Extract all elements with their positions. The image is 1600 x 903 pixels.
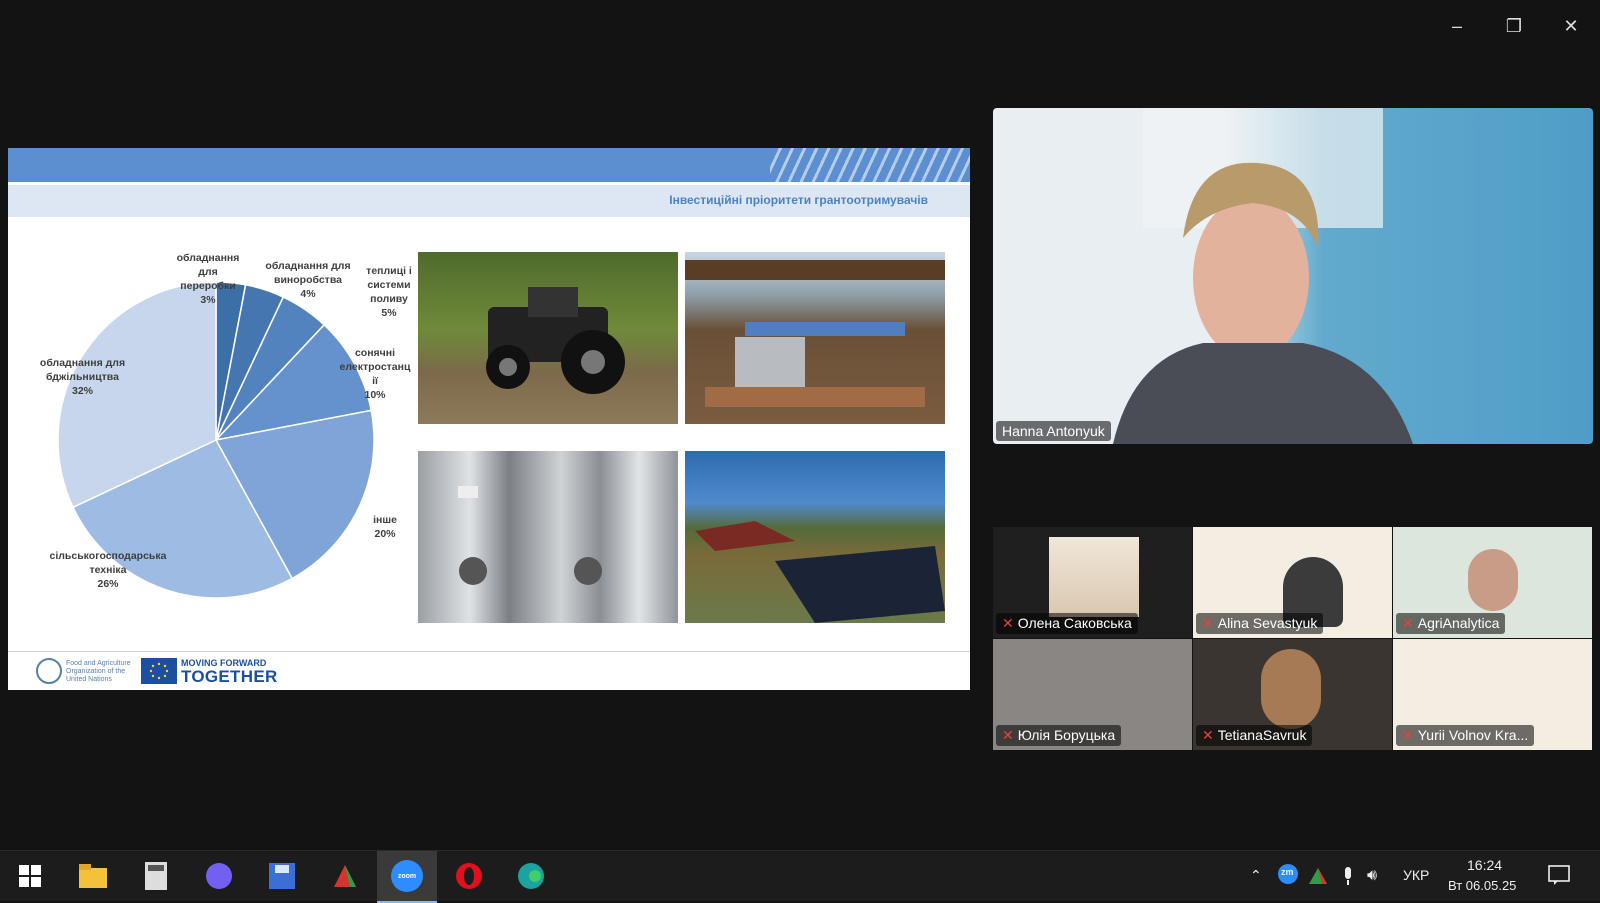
participant-tile[interactable]: ✕ TetianaSavruk	[1193, 639, 1392, 750]
participant-tile[interactable]: ✕ Yurii Volnov Kra...	[1393, 639, 1592, 750]
participant-tile[interactable]: ✕ Alina Sevastyuk	[1193, 527, 1392, 638]
beehive-shed-photo	[685, 252, 945, 424]
muted-mic-icon: ✕	[1002, 615, 1014, 631]
presentation-slide: Інвестиційні пріоритети грантоотримувачі…	[8, 148, 970, 690]
show-hidden-icons-chevron-icon[interactable]: ⌃	[1250, 867, 1262, 884]
clock-date[interactable]: Вт 06.05.25	[1448, 878, 1516, 893]
pie-label-processing: обладнання для переробки 3%	[176, 252, 240, 306]
participant-tile[interactable]: ✕ Юлія Боруцька	[993, 639, 1192, 750]
pie-label-winemaking: обладнання для виноробства 4%	[265, 260, 351, 300]
pie-label-other: інше 20%	[373, 514, 397, 540]
close-button[interactable]: ✕	[1559, 14, 1583, 38]
participant-name: ✕ Олена Саковська	[996, 613, 1138, 634]
slide-footer-divider	[8, 651, 970, 652]
pie-label-beekeeping: обладнання для бджільництва 32%	[39, 357, 126, 397]
zoom-icon-label: zoom	[397, 872, 417, 880]
slide-header-band	[8, 148, 970, 182]
active-speaker-name: Hanna Antonyuk	[996, 421, 1111, 441]
eu-flag-icon	[141, 658, 177, 684]
notifications-icon[interactable]	[1548, 864, 1570, 889]
windows-start-icon[interactable]	[15, 861, 45, 891]
muted-mic-icon: ✕	[1202, 727, 1214, 743]
slide-heading: Інвестиційні пріоритети грантоотримувачі…	[669, 193, 928, 207]
pie-label-machinery: сільськогосподарська техніка 26%	[49, 550, 167, 590]
pie-label-solar: сонячні електростанц ії 10%	[339, 347, 411, 401]
edge-icon[interactable]	[516, 861, 546, 891]
fao-logo	[36, 658, 62, 684]
slide-title-band: Інвестиційні пріоритети грантоотримувачі…	[8, 185, 970, 217]
participant-name: ✕ TetianaSavruk	[1196, 725, 1313, 746]
restore-button[interactable]: ❐	[1502, 14, 1526, 38]
file-explorer-icon[interactable]	[78, 861, 108, 891]
participant-tile[interactable]: ✕ AgriAnalytica	[1393, 527, 1592, 638]
wine-tanks-photo	[418, 451, 678, 623]
calculator-icon[interactable]	[141, 861, 171, 891]
participant-tile[interactable]: ✕ Олена Саковська	[993, 527, 1192, 638]
microphone-icon[interactable]	[1342, 867, 1354, 890]
active-speaker-video[interactable]: Hanna Antonyuk	[993, 108, 1593, 444]
fao-logo-text: Food and Agriculture Organization of the…	[66, 660, 131, 683]
muted-mic-icon: ✕	[1202, 615, 1214, 631]
muted-mic-icon: ✕	[1402, 727, 1414, 743]
muted-mic-icon: ✕	[1402, 615, 1414, 631]
clock-time[interactable]: 16:24	[1467, 857, 1502, 873]
participant-name: ✕ Yurii Volnov Kra...	[1396, 725, 1535, 746]
zoom-icon[interactable]: zoom	[377, 851, 437, 903]
save-disk-icon[interactable]	[267, 861, 297, 891]
opera-icon[interactable]	[454, 861, 484, 891]
viber-icon[interactable]	[204, 861, 234, 891]
windows-taskbar: zoom ⌃ zm 🔊︎ УКР 16:24 Вт 06.05.25	[0, 850, 1600, 903]
participant-name: ✕ Юлія Боруцька	[996, 725, 1122, 746]
participant-name: ✕ Alina Sevastyuk	[1196, 613, 1324, 634]
drive-tray-icon[interactable]	[1308, 867, 1328, 888]
pie-label-greenhouses: теплиці і системи поливу 5%	[366, 265, 412, 319]
muted-mic-icon: ✕	[1002, 727, 1014, 743]
participant-name: ✕ AgriAnalytica	[1396, 613, 1506, 634]
solar-panels-photo	[685, 451, 945, 623]
colorful-app-icon[interactable]	[330, 861, 360, 891]
language-indicator[interactable]: УКР	[1403, 867, 1429, 883]
zoom-tray-label: zm	[1281, 867, 1294, 877]
tractor-photo	[418, 252, 678, 424]
together-text: TOGETHER	[181, 667, 278, 686]
minimize-button[interactable]: –	[1445, 14, 1469, 38]
zoom-tray-icon[interactable]: zm	[1277, 863, 1299, 888]
volume-icon[interactable]: 🔊︎	[1367, 867, 1377, 885]
